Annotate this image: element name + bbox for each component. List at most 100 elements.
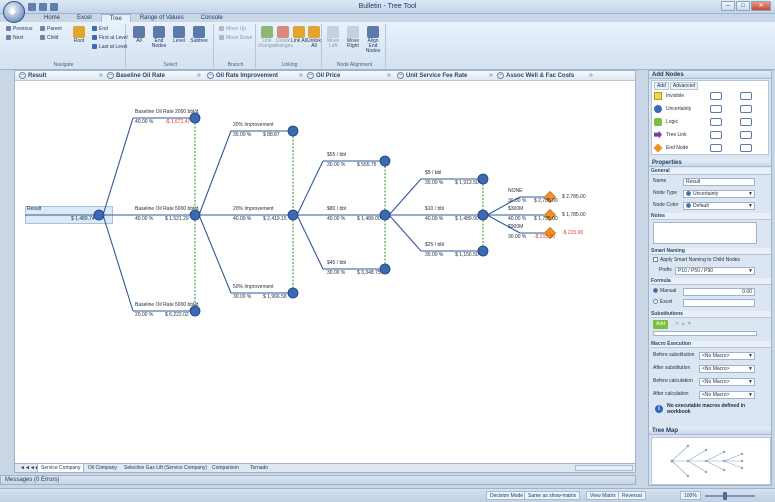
tree-map-view[interactable] <box>651 437 771 485</box>
sheet-tab-comparison[interactable]: Comparison <box>209 464 242 473</box>
move-right-button[interactable]: Move Right <box>344 26 362 49</box>
node-type-invisible[interactable]: Invisible <box>654 90 684 102</box>
status-view-matrix[interactable]: View Matrix <box>586 491 620 500</box>
child-button[interactable]: Child <box>40 35 58 42</box>
zoom-slider[interactable] <box>705 495 755 497</box>
sheet-tab-tornado[interactable]: Tornado <box>247 464 271 473</box>
substitutions-list[interactable] <box>653 331 757 336</box>
tree-canvas[interactable]: – Result » – Baseline Oil Rate » – Oil Rate… <box>14 70 636 464</box>
section-general[interactable]: General <box>651 168 771 175</box>
maximize-button[interactable]: □ <box>736 1 750 11</box>
tab-excel[interactable]: Excel <box>69 14 100 22</box>
remove-substitution-icon[interactable]: ✕ ▲ ▼ <box>675 320 692 329</box>
tab-console[interactable]: Console <box>193 14 231 22</box>
move-left-button[interactable]: Move Left <box>324 26 342 49</box>
select-all-button[interactable]: All <box>130 26 148 44</box>
improvement-node-1[interactable] <box>287 209 299 221</box>
template-icon[interactable] <box>740 105 752 113</box>
node-type-uncertainty[interactable]: Uncertainty <box>654 103 691 115</box>
add-nodes-palette: Add Advanced Invisible Uncertainty Logic… <box>651 80 769 155</box>
apply-smart-naming-checkbox[interactable]: Apply Smart Naming to Child Nodes <box>653 256 740 265</box>
select-end-nodes-button[interactable]: End Nodes <box>150 26 168 49</box>
application-menu-button[interactable]: ◆ <box>3 1 25 23</box>
status-matrix[interactable]: Same as show-matrix <box>524 491 581 500</box>
last-at-level-button[interactable]: Last at Level <box>92 44 127 51</box>
improvement-node-2[interactable] <box>287 287 299 299</box>
node-color-select[interactable]: Default ▼ <box>683 202 755 210</box>
template-icon[interactable] <box>710 131 722 139</box>
tab-advanced[interactable]: Advanced <box>669 82 699 90</box>
result-node[interactable] <box>93 209 105 221</box>
align-end-nodes-button[interactable]: Align End Nodes <box>364 26 382 54</box>
sheet-tab-oil-company[interactable]: Oil Company <box>85 464 120 473</box>
sheet-tab-selective-gas-lift[interactable]: Selective Gas Lift (Service Company) <box>121 464 210 473</box>
tab-tree[interactable]: Tree <box>100 14 131 22</box>
template-icon[interactable] <box>710 92 722 100</box>
manual-value-field[interactable]: 0.00 <box>683 288 755 296</box>
section-smart-naming[interactable]: Smart Naming <box>651 248 771 255</box>
previous-button[interactable]: Previous <box>6 26 32 33</box>
template-icon[interactable] <box>710 144 722 152</box>
close-button[interactable]: ✕ <box>751 1 771 11</box>
add-nodes-header: Add Nodes <box>649 71 771 79</box>
manual-radio[interactable]: Manual <box>653 287 676 296</box>
node-type-select[interactable]: Uncertainty ▼ <box>683 190 755 198</box>
section-macro-execution[interactable]: Macro Execution <box>651 341 771 348</box>
horizontal-scrollbar[interactable] <box>575 465 633 471</box>
oil-price-node-0[interactable] <box>379 155 391 167</box>
template-icon[interactable] <box>740 144 752 152</box>
root-button[interactable]: Root <box>70 26 88 44</box>
template-icon[interactable] <box>710 105 722 113</box>
end-button[interactable]: End <box>92 26 108 33</box>
service-fee-node-0[interactable] <box>477 173 489 185</box>
node-type-logic[interactable]: Logic <box>654 116 678 128</box>
ribbon-group-label: Branch <box>227 62 244 68</box>
template-icon[interactable] <box>740 92 752 100</box>
baseline-prob-1: 40.00 % <box>135 216 154 222</box>
before-calculation-select[interactable]: <No Macro> ▼ <box>699 378 755 386</box>
message-bar[interactable]: Messages (0 Errors) <box>0 475 636 485</box>
section-formula[interactable]: Formula <box>651 278 771 285</box>
add-nodes-tabs: Add Advanced <box>654 82 699 90</box>
parent-button[interactable]: Parent <box>40 26 62 33</box>
select-subtree-button[interactable]: Subtree <box>190 26 208 44</box>
improvement-node-0[interactable] <box>287 125 299 137</box>
name-field[interactable]: Result <box>683 178 755 186</box>
add-substitution-button[interactable]: Add <box>653 320 668 329</box>
status-reversal[interactable]: Reversal <box>618 491 646 500</box>
zoom-slider-knob[interactable] <box>723 492 727 500</box>
status-decision-mode[interactable]: Decision Mode <box>486 491 528 500</box>
section-notes[interactable]: Notes <box>651 213 771 220</box>
move-down-button[interactable]: Move Down <box>219 35 252 42</box>
select-level-button[interactable]: Level <box>170 26 188 44</box>
oil-price-node-1[interactable] <box>379 209 391 221</box>
excel-reference-field[interactable] <box>683 299 755 307</box>
prefix-select[interactable]: P10 / P50 / P90 ▼ <box>675 267 755 275</box>
before-substitution-select[interactable]: <No Macro> ▼ <box>699 352 755 360</box>
after-calculation-select[interactable]: <No Macro> ▼ <box>699 391 755 399</box>
oil-price-node-2[interactable] <box>379 263 391 275</box>
tab-range-of-values[interactable]: Range of Values <box>132 14 192 22</box>
after-substitution-select[interactable]: <No Macro> ▼ <box>699 365 755 373</box>
first-at-level-button[interactable]: First at Level <box>92 35 128 42</box>
sheet-tab-service-company[interactable]: Service Company <box>37 464 85 473</box>
excel-radio[interactable]: Excel <box>653 298 672 307</box>
template-icon[interactable] <box>740 131 752 139</box>
notes-textarea[interactable] <box>653 222 757 244</box>
node-type-tree-link[interactable]: Tree Link <box>654 129 687 141</box>
tab-home[interactable]: Home <box>36 14 68 22</box>
unlink-all-button[interactable]: Unlink All <box>305 26 323 49</box>
tab-add[interactable]: Add <box>654 82 669 90</box>
move-up-button[interactable]: Move Up <box>219 26 246 33</box>
select-subtree-icon <box>193 26 205 38</box>
prefix-label: Prefix <box>659 267 672 273</box>
service-fee-node-1[interactable] <box>477 209 489 221</box>
node-type-end[interactable]: End Node <box>653 142 688 154</box>
service-fee-node-2[interactable] <box>477 245 489 257</box>
next-button[interactable]: Next <box>6 35 23 42</box>
oil-price-prob-2: 30.00 % <box>327 270 346 276</box>
template-icon[interactable] <box>740 118 752 126</box>
minimize-button[interactable]: – <box>721 1 735 11</box>
section-substitutions[interactable]: Substitutions <box>651 311 771 318</box>
template-icon[interactable] <box>710 118 722 126</box>
